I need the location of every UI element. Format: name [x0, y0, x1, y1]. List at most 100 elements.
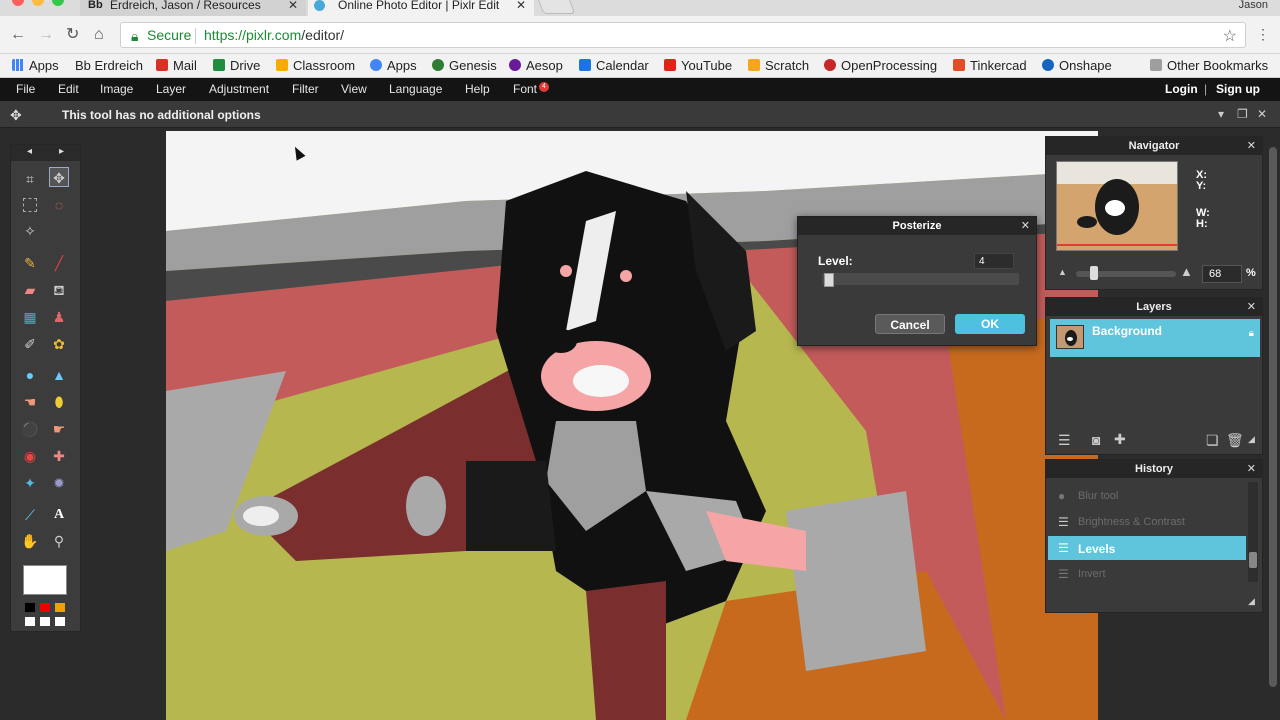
close-window-icon[interactable]: [12, 0, 24, 6]
drawing-tool-icon[interactable]: ✿: [49, 334, 69, 354]
forward-arrow-icon[interactable]: →: [38, 26, 54, 44]
bookmark-google-apps[interactable]: Apps: [370, 58, 417, 74]
close-navigator-icon[interactable]: ✕: [1247, 137, 1256, 155]
history-header[interactable]: History ✕: [1046, 460, 1262, 478]
cancel-button[interactable]: Cancel: [875, 314, 945, 334]
menu-filter[interactable]: Filter: [292, 82, 319, 96]
dropdown-arrow-icon[interactable]: ▾: [1218, 107, 1224, 121]
zoom-slider-handle[interactable]: [1090, 266, 1098, 280]
gradient-tool-icon[interactable]: ▦: [20, 307, 40, 327]
sponge-tool-icon[interactable]: ⬮: [49, 392, 69, 412]
color-picker-tool-icon[interactable]: ⟋: [20, 505, 40, 525]
bookmark-apps[interactable]: Apps: [12, 58, 59, 74]
bookmark-scratch[interactable]: Scratch: [748, 58, 809, 74]
layer-settings-icon[interactable]: ☰: [1058, 432, 1071, 449]
page-scrollbar[interactable]: [1266, 131, 1280, 720]
new-layer-icon[interactable]: ❏: [1206, 432, 1219, 449]
color-swatch-red[interactable]: [40, 603, 50, 612]
bookmark-drive[interactable]: Drive: [213, 58, 260, 74]
color-swatch-white-1[interactable]: [25, 617, 35, 626]
magic-wand-tool-icon[interactable]: ✧: [20, 221, 40, 241]
dodge-tool-icon[interactable]: ⚫: [20, 419, 40, 439]
zoom-percent-field[interactable]: 68: [1202, 265, 1242, 283]
burn-tool-icon[interactable]: ☛: [49, 419, 69, 439]
bookmark-genesis[interactable]: Genesis: [432, 58, 497, 74]
eraser-tool-icon[interactable]: ▰: [20, 280, 40, 300]
history-item-levels[interactable]: ☰ Levels: [1048, 536, 1246, 560]
browser-tab-pixlr[interactable]: Online Photo Editor | Pixlr Edit ✕: [308, 0, 534, 16]
history-item-blur-tool[interactable]: ● Blur tool: [1048, 484, 1246, 508]
new-tab-button[interactable]: [536, 0, 576, 14]
delete-layer-icon[interactable]: 🗑︎: [1226, 432, 1244, 449]
posterize-dialog-header[interactable]: Posterize ✕: [798, 217, 1036, 235]
close-tab-icon[interactable]: ✕: [511, 0, 526, 14]
zoom-in-icon[interactable]: ▲: [1180, 264, 1193, 279]
close-layers-icon[interactable]: ✕: [1247, 298, 1256, 316]
close-editor-icon[interactable]: ✕: [1257, 107, 1267, 121]
history-item-invert[interactable]: ☰ Invert: [1048, 562, 1246, 586]
brush-tool-icon[interactable]: ╱: [49, 253, 69, 273]
login-link[interactable]: Login: [1165, 82, 1198, 96]
bookmark-onshape[interactable]: Onshape: [1042, 58, 1112, 74]
profile-name[interactable]: Jason: [1239, 0, 1268, 11]
red-eye-tool-icon[interactable]: ◉: [20, 446, 40, 466]
toolbox-collapse-left-icon[interactable]: ◂: [27, 146, 32, 157]
primary-color-swatch[interactable]: [23, 565, 67, 595]
smudge-tool-icon[interactable]: ☚: [20, 392, 40, 412]
bookmark-aesop[interactable]: Aesop: [509, 58, 563, 74]
signup-link[interactable]: Sign up: [1216, 82, 1260, 96]
pinch-tool-icon[interactable]: ✹: [49, 473, 69, 493]
navigator-thumbnail[interactable]: [1056, 161, 1178, 251]
bloat-tool-icon[interactable]: ✦: [20, 473, 40, 493]
toolbox-collapse-right-icon[interactable]: ▸: [59, 146, 64, 157]
url-bar[interactable]: 🔒︎ Secure https://pixlr.com/editor/ ☆: [120, 22, 1246, 48]
lasso-tool-icon[interactable]: ◌: [49, 195, 69, 215]
sharpen-tool-icon[interactable]: ▲: [49, 365, 69, 385]
color-swatch-white-3[interactable]: [55, 617, 65, 626]
menu-font[interactable]: Font: [513, 82, 537, 96]
paint-bucket-tool-icon[interactable]: ⛾: [49, 280, 69, 300]
other-bookmarks[interactable]: Other Bookmarks: [1150, 58, 1268, 74]
resize-panel-icon[interactable]: ◢: [1248, 596, 1255, 607]
color-replace-tool-icon[interactable]: ✐: [20, 334, 40, 354]
bookmark-openprocessing[interactable]: OpenProcessing: [824, 58, 937, 74]
ok-button[interactable]: OK: [955, 314, 1025, 334]
bookmark-calendar[interactable]: Calendar: [579, 58, 649, 74]
level-slider-track[interactable]: [822, 273, 1019, 285]
browser-tab-resources[interactable]: Bb Erdreich, Jason / Resources ✕: [80, 0, 306, 16]
bookmark-bb-erdreich[interactable]: Bb Erdreich: [75, 58, 143, 74]
color-swatch-orange[interactable]: [55, 603, 65, 612]
blur-tool-icon[interactable]: ●: [20, 365, 40, 385]
restore-window-icon[interactable]: ❐: [1237, 107, 1248, 121]
minimize-window-icon[interactable]: [32, 0, 44, 6]
close-history-icon[interactable]: ✕: [1247, 460, 1256, 478]
clone-stamp-tool-icon[interactable]: ♟: [49, 307, 69, 327]
reload-icon[interactable]: ↻: [66, 26, 79, 44]
close-dialog-icon[interactable]: ✕: [1021, 217, 1030, 235]
bookmark-mail[interactable]: Mail: [156, 58, 197, 74]
maximize-window-icon[interactable]: [52, 0, 64, 6]
bookmark-classroom[interactable]: Classroom: [276, 58, 355, 74]
pencil-tool-icon[interactable]: ✎: [20, 253, 40, 273]
zoom-out-icon[interactable]: ▲: [1058, 267, 1067, 277]
color-swatch-white-2[interactable]: [40, 617, 50, 626]
menu-adjustment[interactable]: Adjustment: [209, 82, 269, 96]
browser-menu-icon[interactable]: ⋮: [1256, 26, 1270, 43]
layer-row-background[interactable]: Background 🔒︎: [1050, 319, 1260, 357]
resize-panel-icon[interactable]: ◢: [1248, 434, 1255, 445]
menu-image[interactable]: Image: [100, 82, 133, 96]
move-tool-icon[interactable]: ✥: [49, 167, 69, 187]
bookmark-youtube[interactable]: YouTube: [664, 58, 732, 74]
close-tab-icon[interactable]: ✕: [288, 0, 298, 14]
bookmark-star-icon[interactable]: ☆: [1223, 26, 1237, 46]
bookmark-tinkercad[interactable]: Tinkercad: [953, 58, 1027, 74]
menu-language[interactable]: Language: [389, 82, 442, 96]
marquee-tool-icon[interactable]: [23, 198, 37, 212]
color-swatch-black[interactable]: [25, 603, 35, 612]
hand-tool-icon[interactable]: ✋: [20, 531, 40, 551]
menu-edit[interactable]: Edit: [58, 82, 79, 96]
layer-mask-icon[interactable]: ◙: [1092, 432, 1100, 448]
history-item-brightness-contrast[interactable]: ☰ Brightness & Contrast: [1048, 510, 1246, 534]
zoom-tool-icon[interactable]: ⚲: [49, 531, 69, 551]
back-arrow-icon[interactable]: ←: [10, 26, 26, 44]
